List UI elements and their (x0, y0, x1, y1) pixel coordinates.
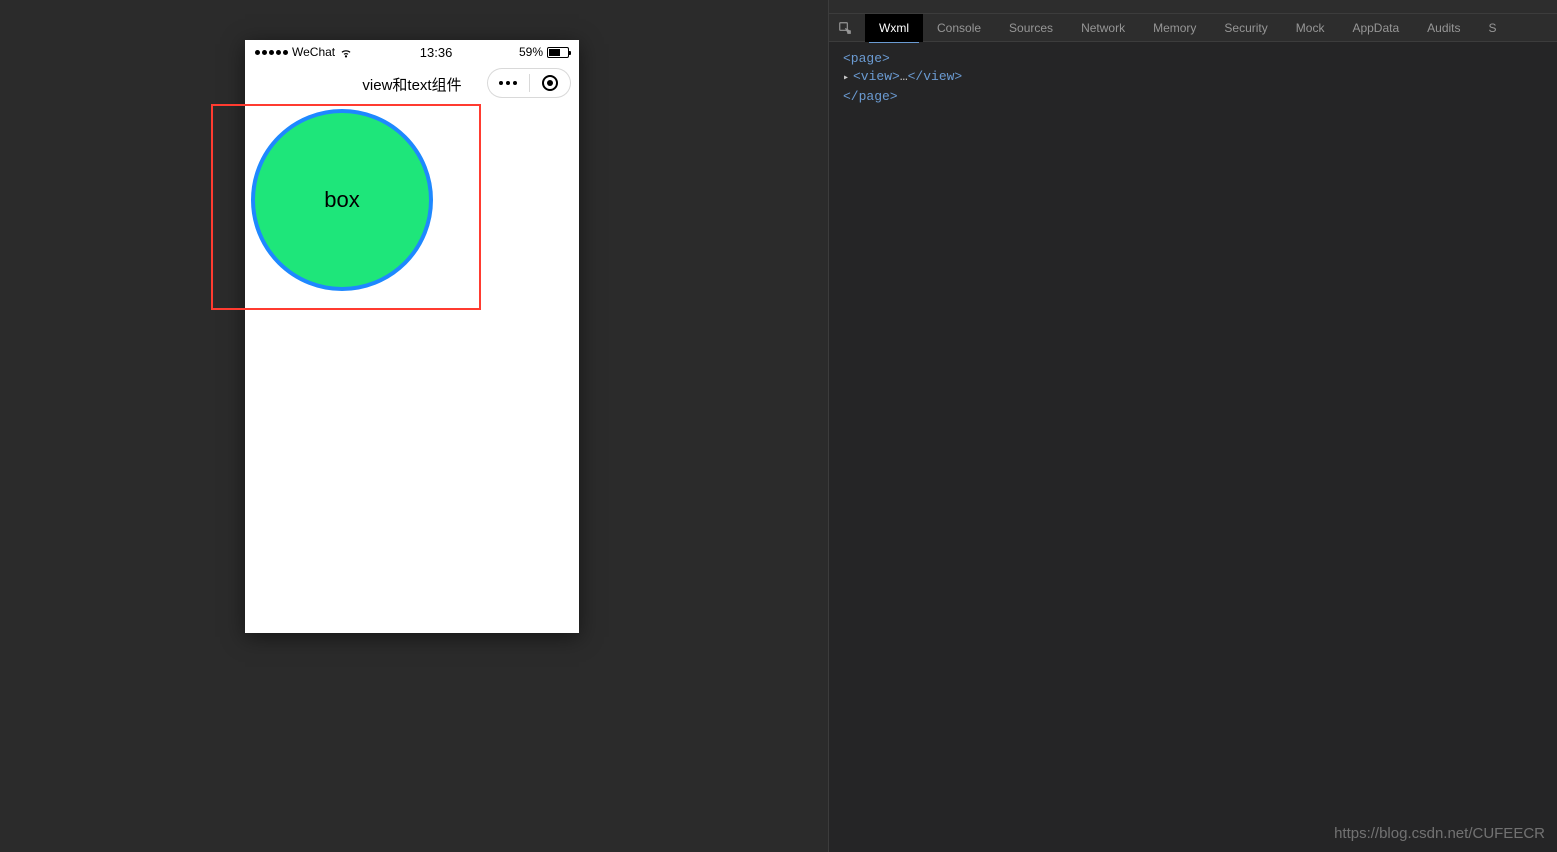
target-icon (542, 75, 558, 91)
page-title: view和text组件 (362, 74, 461, 95)
tab-more[interactable]: S (1475, 14, 1511, 42)
tab-console[interactable]: Console (923, 14, 995, 42)
status-bar: WeChat 13:36 59% (245, 40, 579, 64)
watermark: https://blog.csdn.net/CUFEECR (1334, 825, 1545, 842)
tab-audits[interactable]: Audits (1413, 14, 1474, 42)
nav-bar: view和text组件 (245, 64, 579, 104)
wxml-tree[interactable]: <page> ▸ <view>…</view> </page> (829, 42, 1557, 114)
tab-mock[interactable]: Mock (1282, 14, 1339, 42)
status-right: 59% (519, 45, 569, 59)
capsule-button[interactable] (487, 68, 571, 98)
selector-icon (838, 21, 852, 35)
devtools-panel: Wxml Console Sources Network Memory Secu… (828, 0, 1557, 852)
status-time: 13:36 (420, 45, 453, 60)
wifi-icon (339, 45, 353, 59)
battery-icon (547, 47, 569, 58)
menu-button[interactable] (488, 69, 529, 97)
phone-simulator: WeChat 13:36 59% view和text组件 (245, 40, 579, 633)
close-button[interactable] (530, 69, 571, 97)
battery-percent: 59% (519, 45, 543, 59)
tab-appdata[interactable]: AppData (1338, 14, 1413, 42)
top-tabs-spacer (829, 0, 1557, 14)
content-area: box (245, 104, 579, 633)
tab-sources[interactable]: Sources (995, 14, 1067, 42)
signal-icon (255, 50, 288, 55)
devtools-tabbar: Wxml Console Sources Network Memory Secu… (829, 14, 1557, 42)
dots-icon (499, 81, 517, 85)
box-view[interactable]: box (251, 109, 433, 291)
tab-security[interactable]: Security (1210, 14, 1281, 42)
code-line-page-close[interactable]: </page> (843, 88, 1543, 106)
status-left: WeChat (255, 45, 353, 59)
box-label: box (324, 187, 359, 213)
code-line-page-open[interactable]: <page> (843, 50, 1543, 68)
code-line-view[interactable]: ▸ <view>…</view> (843, 68, 1543, 88)
simulator-panel: WeChat 13:36 59% view和text组件 (0, 0, 828, 852)
tab-network[interactable]: Network (1067, 14, 1139, 42)
element-selector-button[interactable] (833, 16, 857, 40)
tab-memory[interactable]: Memory (1139, 14, 1210, 42)
carrier-label: WeChat (292, 45, 335, 59)
tab-wxml[interactable]: Wxml (865, 14, 923, 42)
